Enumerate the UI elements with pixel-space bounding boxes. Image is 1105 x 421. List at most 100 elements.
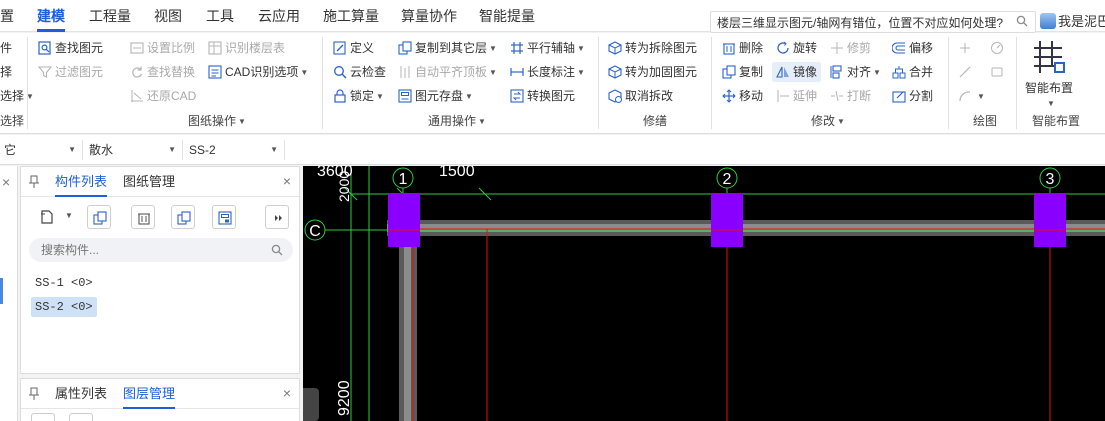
menu-item-partial[interactable]: 置 [0,0,14,32]
column-1[interactable] [388,193,420,247]
new-component-button[interactable] [35,205,59,229]
column-2[interactable] [711,193,743,247]
auto-level-roof-button[interactable]: 自动平齐顶板 ▼ [398,62,497,82]
caret-icon: ▼ [1047,99,1055,108]
partial-left-1[interactable]: 件 [0,38,12,58]
filter-element-button[interactable]: 过滤图元 [38,62,103,82]
to-remove-element-button[interactable]: 转为拆除图元 [608,38,697,58]
copy-button[interactable]: 复制 [722,62,763,82]
menu-item-collab[interactable]: 算量协作 [401,0,457,32]
search-icon[interactable] [1016,15,1028,27]
mirror-button[interactable]: 镜像 [772,62,822,82]
refresh-icon [132,66,143,78]
layer-toolbar-button[interactable] [69,413,93,421]
lock-button[interactable]: 锁定 ▼ [333,86,384,106]
rotate-button[interactable]: 旋转 [776,38,817,58]
extend-button[interactable]: 延伸 [776,86,817,106]
cad-options-button[interactable]: CAD识别选项 ▼ [208,62,308,82]
draw-point-button[interactable] [958,38,975,58]
collapse-handle[interactable] [303,388,319,421]
delete-button[interactable]: 删除 [722,38,763,58]
find-replace-button[interactable]: 查找替换 [130,62,195,82]
align-button[interactable]: 对齐 ▼ [830,62,881,82]
component-combo[interactable]: SS-2 ▼ [185,140,285,160]
group-label-general-ops[interactable]: 通用操作 ▼ [428,112,486,130]
draw-rect-button[interactable] [990,62,1007,82]
menu-item-view[interactable]: 视图 [154,0,182,32]
component-search-box[interactable] [29,238,293,262]
menu-item-quantity[interactable]: 工程量 [89,0,131,32]
component-search-input[interactable] [41,241,261,259]
partial-left-2[interactable]: 择 [0,62,12,82]
group-label-modify[interactable]: 修改 ▼ [811,112,845,130]
column-3[interactable] [1034,193,1066,247]
layer-toolbar-button[interactable] [31,413,55,421]
category-combo[interactable]: 它 ▼ [0,140,83,160]
copy-layer-button[interactable] [171,205,195,229]
restore-cad-button[interactable]: 还原CAD [130,86,196,106]
chevron-down-icon[interactable]: ▼ [65,211,73,220]
search-icon[interactable] [271,244,283,256]
find-element-button[interactable]: 查找图元 [38,38,103,58]
more-button[interactable] [265,205,289,229]
axis-label-3: 3 [1046,171,1055,188]
parallel-axis-button[interactable]: 平行辅轴 ▼ [510,38,585,58]
cad-drawing[interactable]: 1 2 3 C 1500 3600 2000 9200 [303,166,1105,421]
convert-element-button[interactable]: 转换图元 [510,86,575,106]
find-element-icon [38,41,51,55]
identify-floor-table-button[interactable]: 识别楼层表 [208,38,285,58]
delete-component-button[interactable] [131,205,155,229]
partial-left-3[interactable]: 选择 ▼ [0,86,34,106]
close-icon[interactable]: × [2,174,10,190]
merge-button[interactable]: 合并 [892,62,933,82]
draw-arc-button[interactable]: ▼ [958,86,985,106]
smart-layout-icon[interactable] [1030,39,1066,75]
copy-component-button[interactable] [87,205,111,229]
menu-item-smart-extract[interactable]: 智能提量 [479,0,535,32]
draw-rotate-point-button[interactable] [990,38,1007,58]
expand-icon [275,215,282,221]
list-item[interactable]: SS-1 <0> [31,273,97,293]
tab-layer-manager[interactable]: 图层管理 [123,379,176,409]
user-account[interactable]: 我是泥巴 [1040,11,1105,33]
cancel-remove-button[interactable]: 取消拆改 [608,86,673,106]
type-combo[interactable]: 散水 ▼ [85,140,183,160]
offset-button[interactable]: 偏移 [892,38,933,58]
menu-item-modeling[interactable]: 建模 [37,0,65,32]
menu-item-construction[interactable]: 施工算量 [323,0,379,32]
to-reinforce-element-button[interactable]: 转为加固图元 [608,62,697,82]
save-component-button[interactable] [212,205,236,229]
trim-button[interactable]: 修剪 [830,38,871,58]
tab-component-list[interactable]: 构件列表 [55,167,108,197]
help-search-input[interactable] [717,13,1007,31]
set-scale-button[interactable]: 设置比例 [130,38,195,58]
dimension-text-left-bottom: 9200 [336,380,353,416]
menu-item-tools[interactable]: 工具 [206,0,234,32]
point-icon [960,43,970,53]
separator [322,37,323,129]
menu-item-cloud[interactable]: 云应用 [258,0,300,32]
pin-icon[interactable] [29,175,39,189]
group-label-drawing-ops[interactable]: 图纸操作 ▼ [188,112,246,130]
mirror-icon [776,66,789,78]
draw-line-button[interactable] [958,62,975,82]
drawing-canvas[interactable]: 1 2 3 C 1500 3600 2000 9200 [303,166,1105,421]
tab-drawing-manager[interactable]: 图纸管理 [123,167,175,197]
caret-icon: ▼ [577,44,585,53]
table-icon [208,41,222,55]
move-button[interactable]: 移动 [722,86,763,106]
define-button[interactable]: 定义 [333,38,374,58]
close-icon[interactable]: × [283,385,291,401]
close-icon[interactable]: × [283,173,291,189]
split-button[interactable]: 分割 [892,86,933,106]
cloud-check-button[interactable]: 云检查 [333,62,386,82]
length-dimension-button[interactable]: 长度标注 ▼ [510,62,585,82]
pin-icon[interactable] [29,387,39,401]
save-element-button[interactable]: 图元存盘 ▼ [398,86,473,106]
smart-layout-caret[interactable]: ▼ [1045,93,1055,113]
break-button[interactable]: 打断 [830,86,871,106]
copy-to-floor-button[interactable]: 复制到其它层 ▼ [398,38,497,58]
help-search-box[interactable] [710,11,1036,33]
tab-property-list[interactable]: 属性列表 [55,379,107,409]
list-item[interactable]: SS-2 <0> [31,297,97,317]
